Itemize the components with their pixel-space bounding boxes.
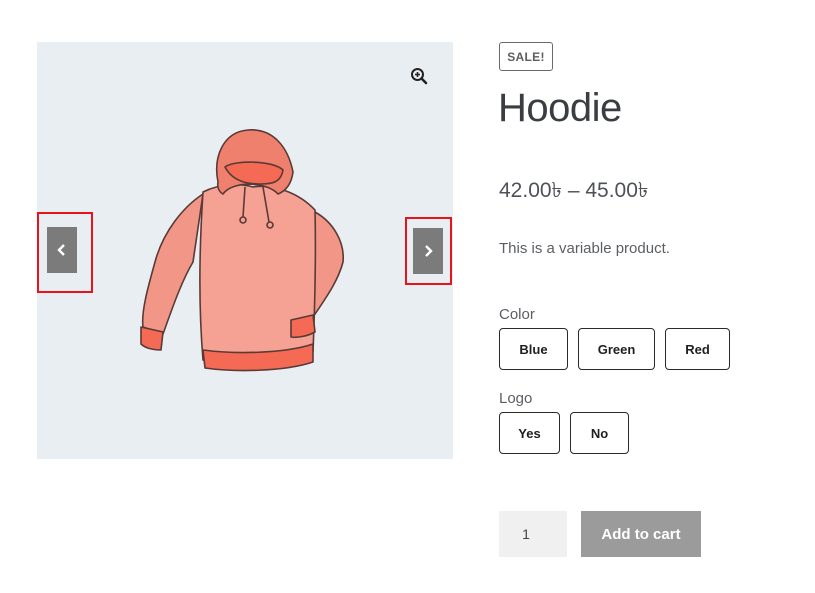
- logo-option-yes[interactable]: Yes: [499, 412, 560, 454]
- prev-arrow-highlight: [37, 212, 93, 293]
- add-to-cart-button[interactable]: Add to cart: [581, 511, 701, 557]
- gallery-prev-button[interactable]: [47, 227, 77, 273]
- chevron-right-icon: [425, 245, 433, 257]
- product-description: This is a variable product.: [499, 240, 670, 257]
- color-label: Color: [499, 306, 535, 323]
- product-title: Hoodie: [498, 86, 622, 130]
- zoom-in-icon: [411, 68, 428, 85]
- sale-badge: SALE!: [499, 42, 553, 71]
- product-gallery: [37, 42, 453, 459]
- chevron-left-icon: [57, 244, 65, 256]
- color-option-blue[interactable]: Blue: [499, 328, 568, 370]
- color-option-green[interactable]: Green: [578, 328, 655, 370]
- product-price: 42.00৳ – 45.00৳: [499, 179, 649, 202]
- gallery-next-button[interactable]: [413, 228, 443, 274]
- next-arrow-highlight: [405, 217, 452, 285]
- quantity-input[interactable]: [499, 511, 567, 557]
- hoodie-image: [140, 129, 344, 372]
- logo-option-no[interactable]: No: [570, 412, 629, 454]
- logo-label: Logo: [499, 390, 533, 407]
- zoom-button[interactable]: [403, 60, 435, 92]
- color-option-red[interactable]: Red: [665, 328, 730, 370]
